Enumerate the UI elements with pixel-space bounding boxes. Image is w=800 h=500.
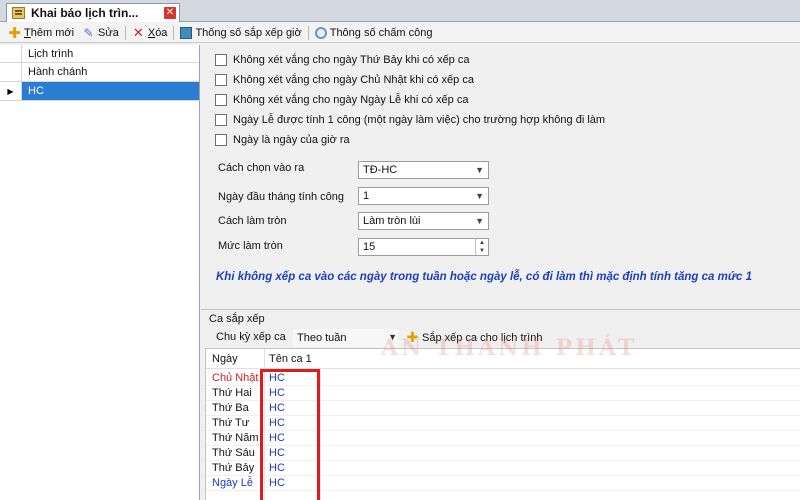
toolbar-divider (173, 25, 175, 40)
column-header-day[interactable]: Ngày (206, 353, 264, 365)
tab-title: Khai báo lịch trìn... (31, 6, 139, 20)
row-indicator (0, 63, 22, 81)
day-cell: Thứ Ba (212, 402, 249, 414)
option-no-absence-sunday[interactable]: Không xét vắng cho ngày Chủ Nhật khi có … (215, 74, 474, 86)
add-shortcut: T (24, 26, 31, 39)
edit-label: Sửa (98, 26, 119, 39)
toolbar-divider (124, 25, 126, 40)
stepper-buttons[interactable]: ▲ ▼ (475, 239, 488, 255)
schedule-params-label: Thống số sắp xếp giờ (195, 26, 302, 39)
list-item[interactable]: Hành chánh (0, 63, 199, 82)
day-cell: Thứ Tư (212, 417, 250, 429)
day-cell: Thứ Hai (212, 387, 252, 399)
rounding-value: Làm tròn lùi (363, 215, 421, 227)
checkbox[interactable] (215, 134, 227, 146)
checkbox[interactable] (215, 94, 227, 106)
start-day-select[interactable]: 1 ▼ (358, 187, 489, 205)
schedule-params-button[interactable]: Thống số sắp xếp giờ (176, 24, 305, 42)
checkbox[interactable] (215, 114, 227, 126)
add-label: hêm mới (30, 26, 75, 39)
highlight-annotation (260, 369, 320, 500)
stepper-up-icon[interactable]: ▲ (476, 239, 488, 247)
schedule-list-header: Lịch trình (0, 45, 199, 63)
schedule-tab[interactable]: Khai báo lịch trìn... ✕ (6, 3, 180, 22)
cycle-label: Chu kỳ xếp ca (216, 331, 286, 343)
calendar-icon (12, 7, 25, 19)
current-row-arrow-icon: ▶ (0, 82, 22, 100)
chevron-down-icon: ▼ (475, 216, 484, 226)
watermark: AN THANH PHÁT (381, 335, 638, 361)
column-header-schedule[interactable]: Lịch trình (22, 48, 73, 60)
list-item-selected[interactable]: ▶ HC (0, 82, 199, 101)
day-cell: Thứ Năm (212, 432, 259, 444)
schedule-list: Lịch trình Hành chánh ▶ HC (0, 45, 200, 500)
group-title: Ca sắp xếp (209, 313, 265, 325)
pencil-icon: ✎ (83, 25, 94, 40)
day-cell: Thứ Bảy (212, 462, 255, 474)
option-label: Không xét vắng cho ngày Thứ Bảy khi có x… (233, 54, 470, 66)
rounding-level-label: Mức làm tròn (218, 240, 283, 252)
delete-label: óa (155, 26, 168, 39)
rounding-label: Cách làm tròn (218, 215, 287, 227)
delete-icon: ✕ (132, 24, 144, 40)
attendance-params-label: Thông số chấm công (329, 26, 433, 39)
rounding-select[interactable]: Làm tròn lùi ▼ (358, 212, 489, 230)
stepper-down-icon[interactable]: ▼ (476, 247, 488, 255)
option-holiday-counts-one-day[interactable]: Ngày Lễ được tính 1 công (một ngày làm v… (215, 114, 605, 126)
option-label: Ngày là ngày của giờ ra (233, 134, 350, 146)
close-icon[interactable]: ✕ (164, 7, 176, 19)
document-tab-bar: Khai báo lịch trìn... ✕ (0, 0, 800, 22)
entry-method-select[interactable]: TĐ-HC ▼ (358, 161, 489, 179)
list-item-label: HC (28, 85, 44, 97)
rounding-level-stepper[interactable]: 15 ▲ ▼ (358, 238, 489, 256)
add-button[interactable]: ✚ Thêm mới (4, 24, 78, 42)
day-cell: Chủ Nhật (212, 372, 259, 384)
option-label: Không xét vắng cho ngày Chủ Nhật khi có … (233, 74, 474, 86)
option-label: Không xét vắng cho ngày Ngày Lễ khi có x… (233, 94, 469, 106)
toolbar-divider (307, 25, 309, 40)
chevron-down-icon: ▼ (475, 165, 484, 175)
column-header-shift-1[interactable]: Tên ca 1 (264, 349, 320, 368)
clock-icon (314, 26, 327, 39)
day-cell: Ngày Lễ (212, 477, 253, 489)
overtime-note: Khi không xếp ca vào các ngày trong tuần… (216, 271, 753, 283)
list-item-label: Hành chánh (28, 66, 88, 78)
entry-method-value: TĐ-HC (363, 164, 398, 176)
row-indicator (0, 45, 22, 62)
plus-icon: ✚ (8, 24, 21, 42)
start-day-label: Ngày đầu tháng tính công (218, 191, 344, 203)
checkbox[interactable] (215, 54, 227, 66)
option-label: Ngày Lễ được tính 1 công (một ngày làm v… (233, 114, 606, 126)
start-day-value: 1 (363, 190, 370, 202)
option-no-absence-saturday[interactable]: Không xét vắng cho ngày Thứ Bảy khi có x… (215, 54, 469, 66)
day-cell: Thứ Sáu (212, 447, 255, 459)
option-no-absence-holiday[interactable]: Không xét vắng cho ngày Ngày Lễ khi có x… (215, 94, 468, 106)
rounding-level-value: 15 (363, 241, 376, 253)
grid-icon (180, 26, 193, 39)
chevron-down-icon: ▼ (475, 191, 484, 201)
cycle-value: Theo tuần (297, 332, 347, 344)
edit-button[interactable]: ✎ Sửa (78, 24, 123, 42)
delete-button[interactable]: ✕ Xóa (128, 24, 172, 42)
checkbox[interactable] (215, 74, 227, 86)
entry-method-label: Cách chọn vào ra (218, 162, 305, 174)
toolbar: ✚ Thêm mới ✎ Sửa ✕ Xóa Thống số sắp xếp … (0, 23, 800, 43)
option-day-of-checkout[interactable]: Ngày là ngày của giờ ra (215, 134, 350, 146)
attendance-params-button[interactable]: Thông số chấm công (311, 24, 437, 42)
